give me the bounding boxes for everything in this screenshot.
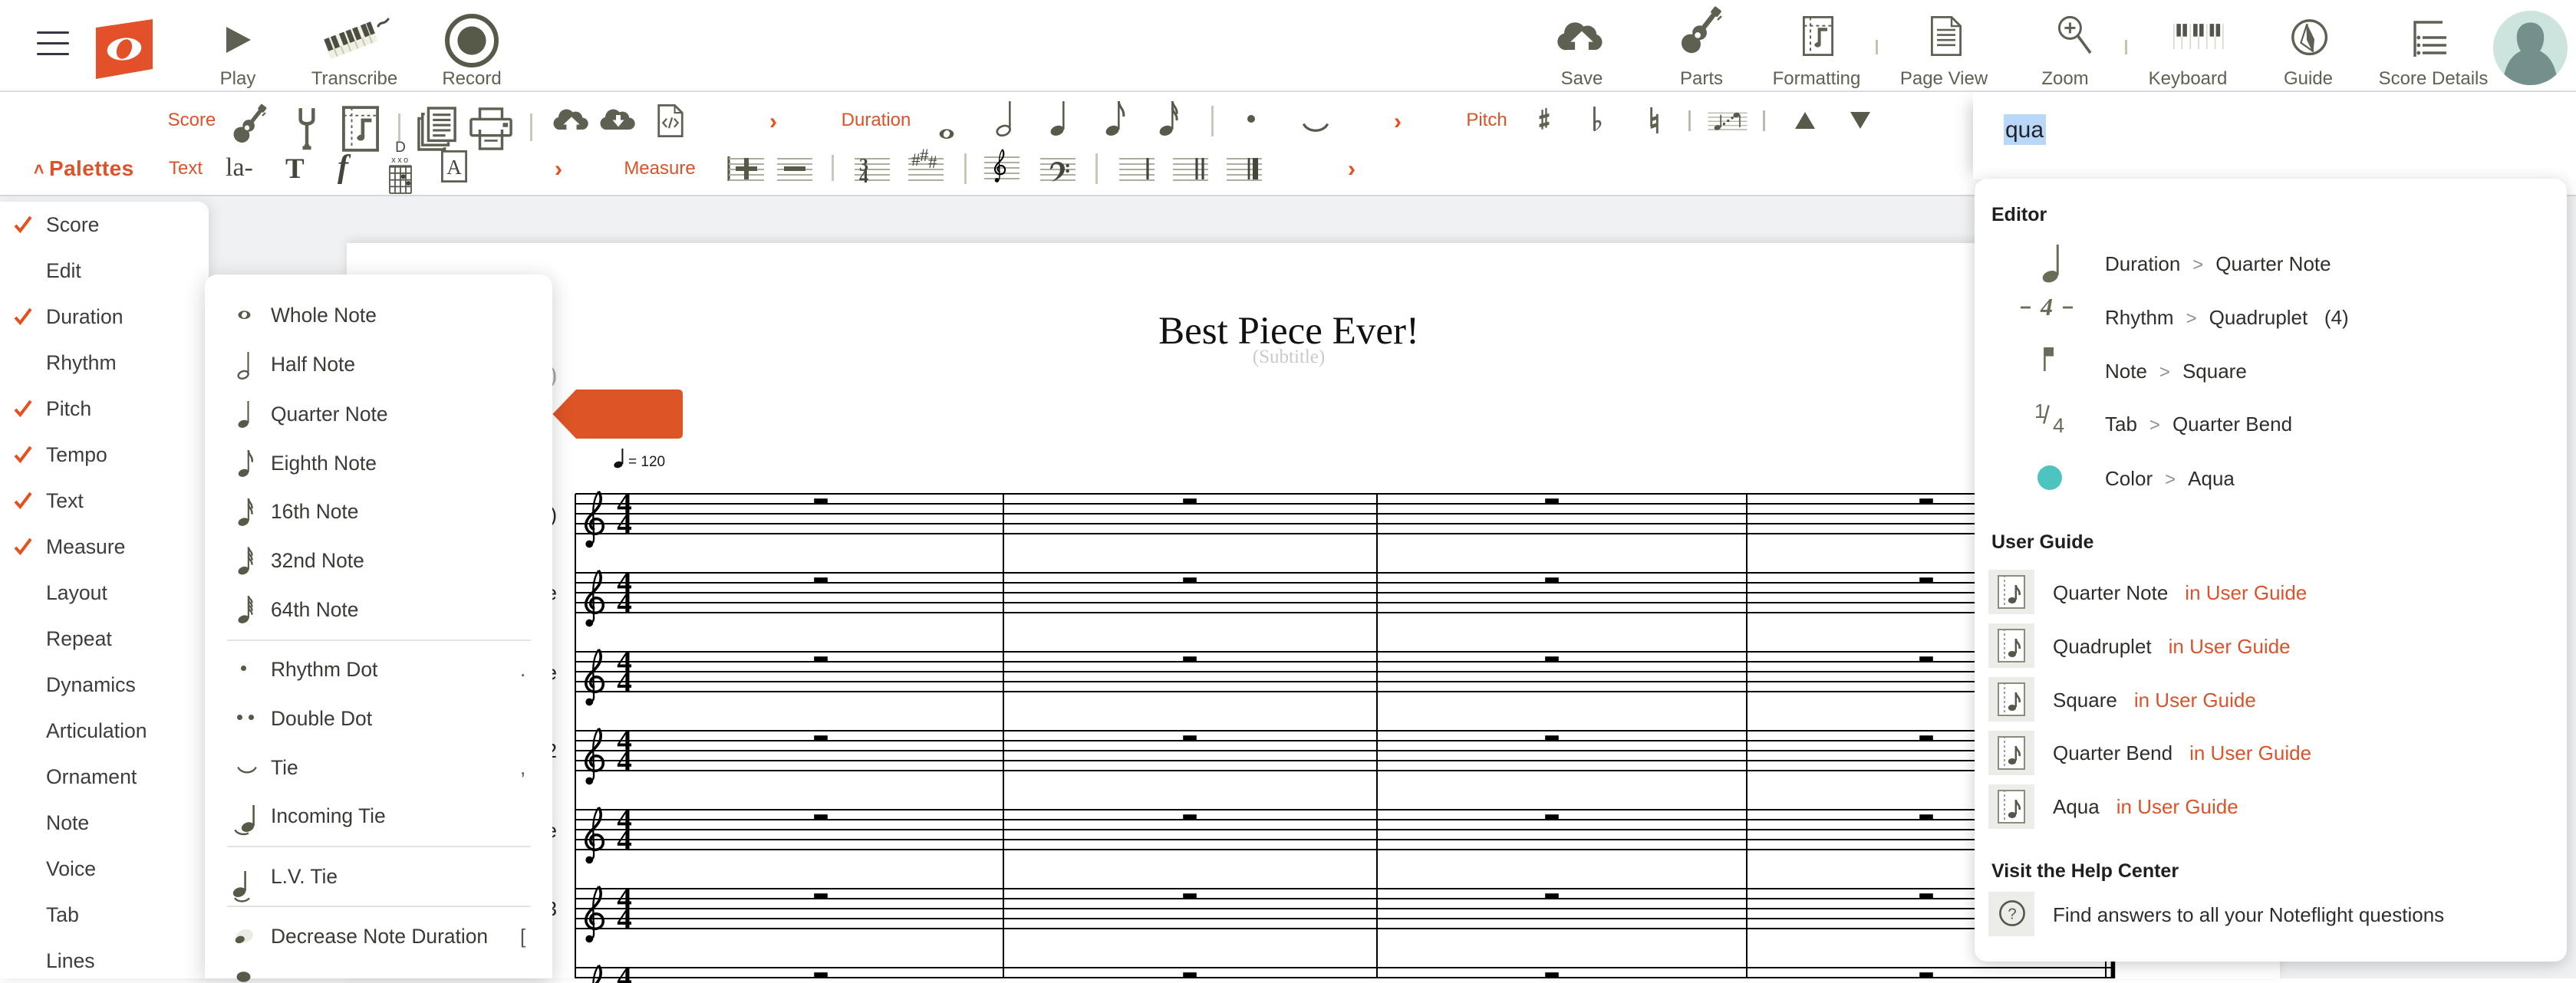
svg-text:4: 4 xyxy=(617,961,632,983)
svg-text:4: 4 xyxy=(617,745,632,778)
svg-text:4: 4 xyxy=(2040,293,2053,321)
svg-text:4: 4 xyxy=(617,508,632,541)
svg-text:4: 4 xyxy=(859,167,868,187)
svg-text:D: D xyxy=(395,140,406,156)
svg-text:#: # xyxy=(928,153,937,172)
svg-text:4: 4 xyxy=(617,666,632,699)
svg-text:x: x xyxy=(397,156,402,165)
svg-text:?: ? xyxy=(2008,906,2016,922)
svg-text:o: o xyxy=(404,156,408,165)
svg-text:x: x xyxy=(391,156,396,165)
svg-text:4: 4 xyxy=(617,587,632,620)
svg-text:4: 4 xyxy=(617,902,632,935)
svg-text:4: 4 xyxy=(617,824,632,856)
svg-text:A: A xyxy=(446,156,462,179)
